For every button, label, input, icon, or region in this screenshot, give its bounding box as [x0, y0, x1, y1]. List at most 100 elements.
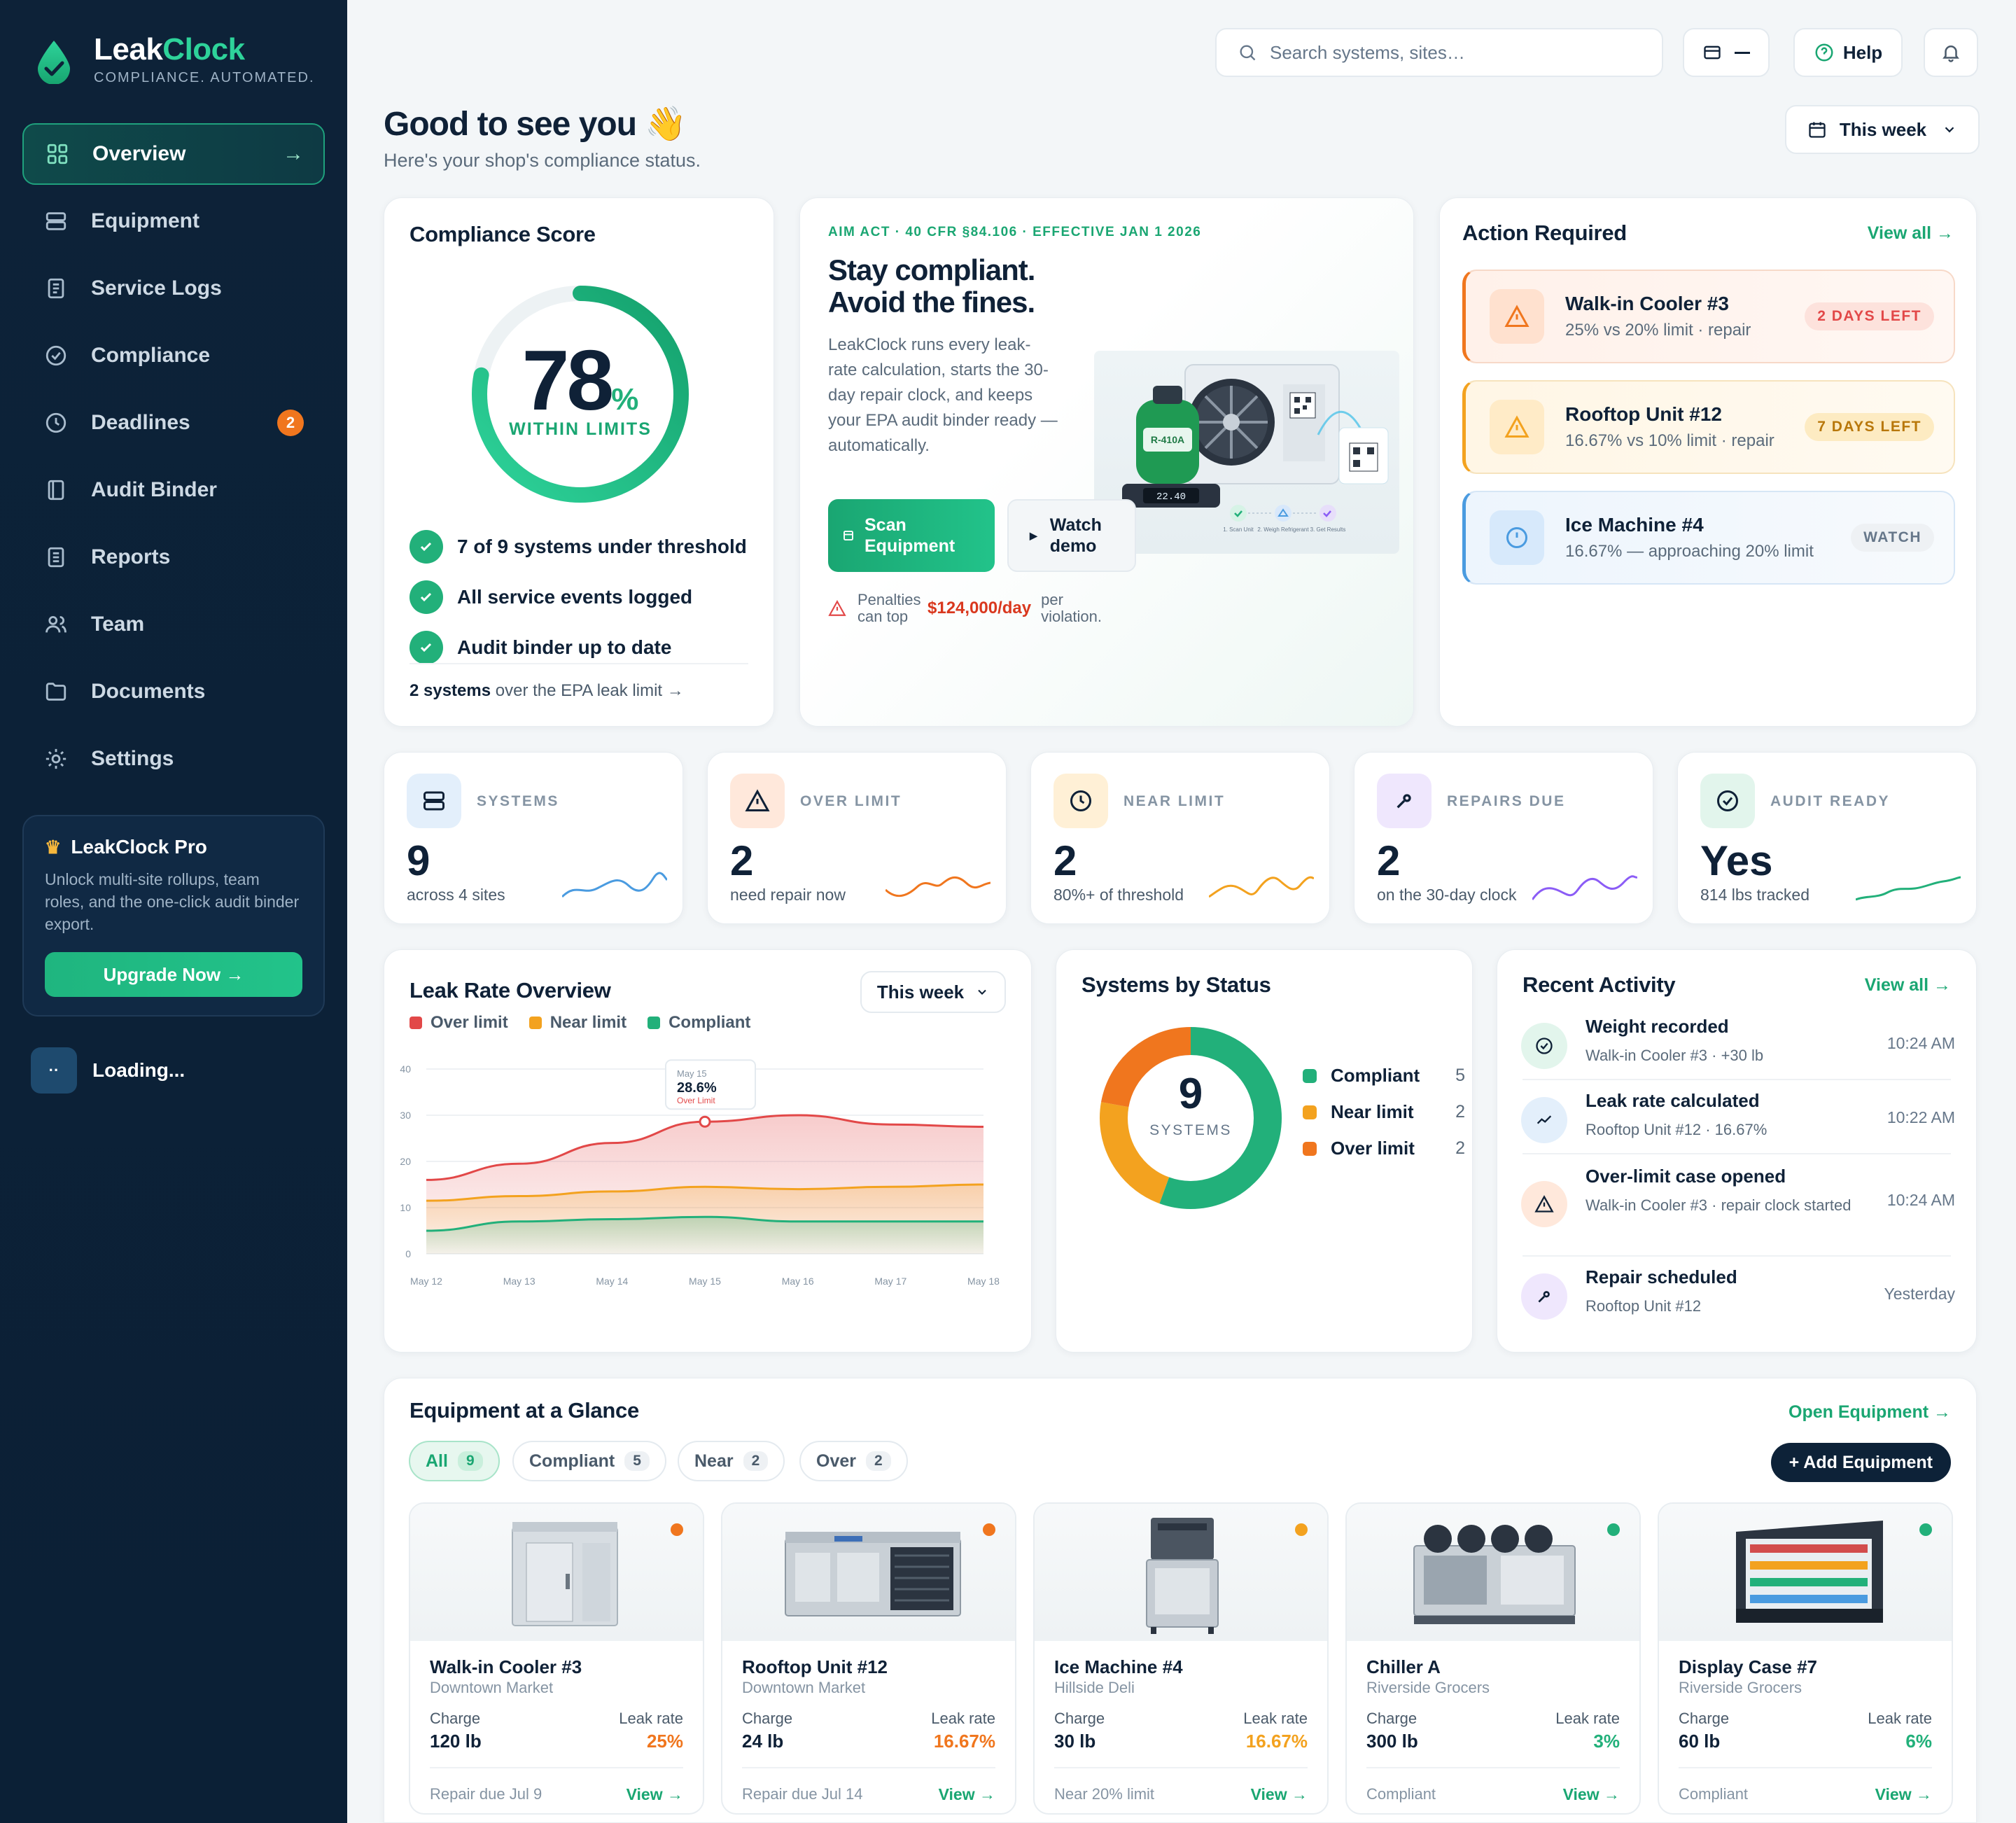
add-equipment-button[interactable]: + Add Equipment [1770, 1443, 1951, 1482]
sidebar-item-label: Settings [91, 747, 174, 770]
stat-value: 2 [730, 837, 754, 884]
sidebar-item-overview[interactable]: Overview → [22, 123, 325, 185]
penalty-note: Penalties can top $124,000/day per viola… [828, 592, 1118, 625]
leak-rate-area-chart: 40 30 20 10 0 May 12 May 13 May 14 May 15 May 16 M… [400, 1059, 1000, 1287]
date-range-select[interactable]: This week [1785, 105, 1980, 154]
arrow-right-icon: → [283, 142, 304, 165]
sidebar-item-documents[interactable]: Documents [22, 661, 325, 722]
trend-icon [1521, 1097, 1567, 1143]
filter-chip-near[interactable]: Near 2 [678, 1441, 785, 1481]
notifications-button[interactable] [1924, 28, 1978, 77]
equipment-card[interactable]: Chiller A Riverside Grocers Charge 300 lb … [1345, 1502, 1641, 1815]
stat-card-systems[interactable]: SYSTEMS 9 across 4 sites [384, 752, 683, 924]
stat-sub: on the 30-day clock [1377, 886, 1517, 904]
filter-chip-all[interactable]: All 9 [409, 1441, 500, 1481]
search-icon [1240, 45, 1256, 61]
equipment-card[interactable]: Rooftop Unit #12 Downtown Market Charge 24… [721, 1502, 1016, 1815]
stat-value: 2 [1377, 837, 1401, 884]
scan-icon [844, 531, 853, 540]
card-title: Systems by Status [1082, 972, 1271, 997]
view-all-actions-link[interactable]: View all → [1868, 223, 1954, 244]
action-required-card: Action Required View all → Walk-in Coole… [1439, 197, 1977, 727]
y-tick-label: 10 [400, 1202, 411, 1213]
highlight-point [699, 1115, 711, 1128]
sidebar-item-reports[interactable]: Reports [22, 526, 325, 588]
view-all-activity-link[interactable]: View all → [1865, 975, 1951, 996]
search-input[interactable] [1270, 41, 1634, 64]
recent-activity-card: Recent Activity View all → Weight record… [1497, 949, 1977, 1353]
donut-total: 9 [1178, 1070, 1203, 1118]
svg-text:2. Weigh Refrigerant: 2. Weigh Refrigerant [1257, 526, 1309, 533]
app-tagline: COMPLIANCE. AUTOMATED. [94, 70, 315, 85]
stat-card-audit-ready[interactable]: AUDIT READY Yes 814 lbs tracked [1677, 752, 1977, 924]
stat-card-over-limit[interactable]: OVER LIMIT 2 need repair now [707, 752, 1007, 924]
sidebar-item-label: Compliance [91, 344, 211, 367]
x-tick-label: May 13 [503, 1276, 536, 1287]
tooltip-status: Over Limit [677, 1096, 715, 1105]
stat-card-near-limit[interactable]: NEAR LIMIT 2 80%+ of threshold [1030, 752, 1330, 924]
calendar-icon [1809, 122, 1826, 138]
binder-icon [43, 477, 69, 503]
x-tick-label: May 17 [874, 1276, 906, 1287]
deadlines-count-badge: 2 [277, 410, 304, 436]
upgrade-button[interactable]: Upgrade Now → [45, 952, 302, 997]
droplet-icon [38, 41, 70, 84]
view-link[interactable]: View → [939, 1785, 995, 1804]
brand-logo[interactable]: LeakClock COMPLIANCE. AUTOMATED. [36, 32, 315, 86]
chevron-down-icon [978, 989, 986, 995]
action-item[interactable]: Walk-in Cooler #3 25% vs 20% limit · repa… [1462, 270, 1955, 363]
donut-total-label: SYSTEMS [1149, 1122, 1232, 1138]
status-badge: 2 DAYS LEFT [1805, 302, 1934, 330]
sidebar: LeakClock COMPLIANCE. AUTOMATED. Overvie… [0, 0, 347, 1823]
scale-readout: 22.40 [1156, 491, 1186, 503]
equipment-card[interactable]: Display Case #7 Riverside Grocers Charge 6… [1658, 1502, 1953, 1815]
pro-title: LeakClock Pro [71, 836, 207, 858]
watch-demo-button[interactable]: ▶ Watch demo [1007, 499, 1136, 572]
stat-card-repairs-due[interactable]: REPAIRS DUE 2 on the 30-day clock [1354, 752, 1653, 924]
chart-range-select[interactable]: This week [860, 971, 1006, 1013]
legend-item: Compliant [648, 1013, 750, 1033]
svg-text:3. Get Results: 3. Get Results [1310, 526, 1346, 533]
view-link[interactable]: View → [1251, 1785, 1308, 1804]
sidebar-item-label: Audit Binder [91, 478, 217, 501]
sidebar-item-equipment[interactable]: Equipment [22, 190, 325, 252]
sidebar-item-deadlines[interactable]: Deadlines 2 [22, 392, 325, 454]
filter-chip-over[interactable]: Over 2 [799, 1441, 908, 1481]
check-circle-icon [1521, 1023, 1567, 1069]
activity-item[interactable]: Over-limit case opened Walk-in Cooler #3 … [1521, 1166, 1955, 1241]
view-link[interactable]: View → [1563, 1785, 1620, 1804]
view-link[interactable]: View → [626, 1785, 683, 1804]
sparkline [1532, 875, 1637, 900]
page-subtitle: Here's your shop's compliance status. [384, 150, 701, 171]
app-name: LeakClock [94, 32, 245, 67]
team-icon [43, 612, 69, 637]
action-item[interactable]: Ice Machine #4 16.67% — approaching 20% l… [1462, 491, 1955, 585]
sidebar-item-settings[interactable]: Settings [22, 728, 325, 790]
activity-item[interactable]: Repair scheduled Rooftop Unit #12 Yesterda… [1521, 1266, 1955, 1342]
view-link[interactable]: View → [1875, 1785, 1932, 1804]
sidebar-item-compliance[interactable]: Compliance [22, 325, 325, 386]
check-item: 7 of 9 systems under threshold [410, 530, 747, 564]
action-item[interactable]: Rooftop Unit #12 16.67% vs 10% limit · re… [1462, 380, 1955, 474]
scan-equipment-button[interactable]: Scan Equipment [828, 499, 995, 572]
open-equipment-link[interactable]: Open Equipment → [1788, 1402, 1951, 1423]
over-limit-link[interactable]: 2 systems over the EPA leak limit → [410, 681, 684, 701]
sidebar-item-audit-binder[interactable]: Audit Binder [22, 459, 325, 521]
sparkline [1856, 876, 1961, 901]
sidebar-nav: Overview → Equipment Service Logs Compli… [22, 123, 325, 795]
sidebar-item-team[interactable]: Team [22, 594, 325, 655]
filter-chip-compliant[interactable]: Compliant 5 [512, 1441, 666, 1481]
search-bar[interactable] [1215, 28, 1663, 77]
equipment-card[interactable]: Walk-in Cooler #3 Downtown Market Charge 1… [409, 1502, 704, 1815]
chart-tooltip: May 1528.6%Over Limit [665, 1059, 756, 1110]
main-content: Help Good to see you 👋 Here's your shop'… [347, 0, 2016, 1823]
chart-legend: Over limit Near limit Compliant [410, 1013, 750, 1033]
server-icon [407, 774, 461, 828]
status-legend-item: Near limit 2 [1303, 1101, 1465, 1123]
wrench-icon [1521, 1273, 1567, 1320]
help-button[interactable]: Help [1793, 28, 1903, 77]
equipment-card[interactable]: Ice Machine #4 Hillside Deli Charge 30 lb … [1033, 1502, 1329, 1815]
card-title: Equipment at a Glance [410, 1398, 639, 1423]
layout-toggle-button[interactable] [1683, 28, 1770, 77]
sidebar-item-service-logs[interactable]: Service Logs [22, 258, 325, 319]
